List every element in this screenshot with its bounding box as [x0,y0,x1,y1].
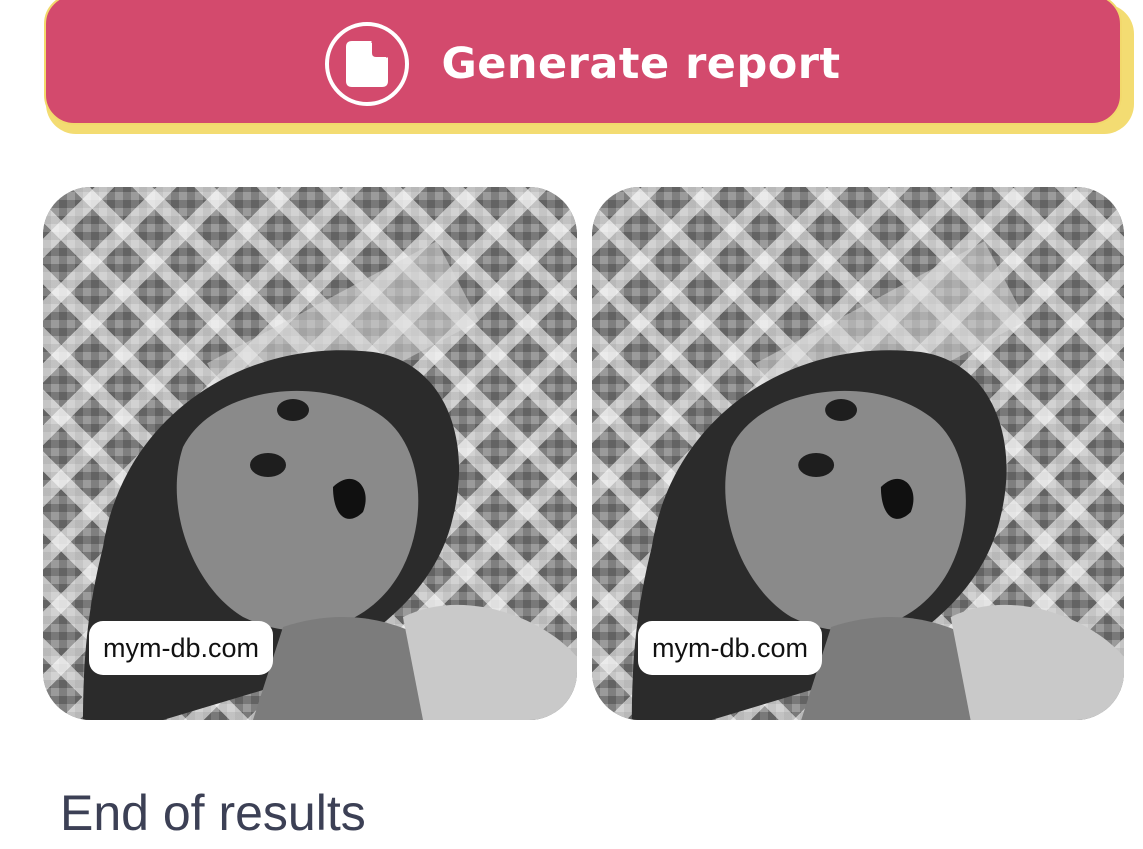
result-card[interactable]: mym-db.com [43,187,577,720]
end-of-results-label: End of results [60,785,366,841]
document-icon [325,21,410,106]
result-card[interactable]: mym-db.com [592,187,1124,720]
generate-report-button[interactable]: Generate report [44,0,1122,125]
source-badge: mym-db.com [638,621,823,675]
generate-report-label: Generate report [441,38,841,89]
source-badge: mym-db.com [89,621,274,675]
